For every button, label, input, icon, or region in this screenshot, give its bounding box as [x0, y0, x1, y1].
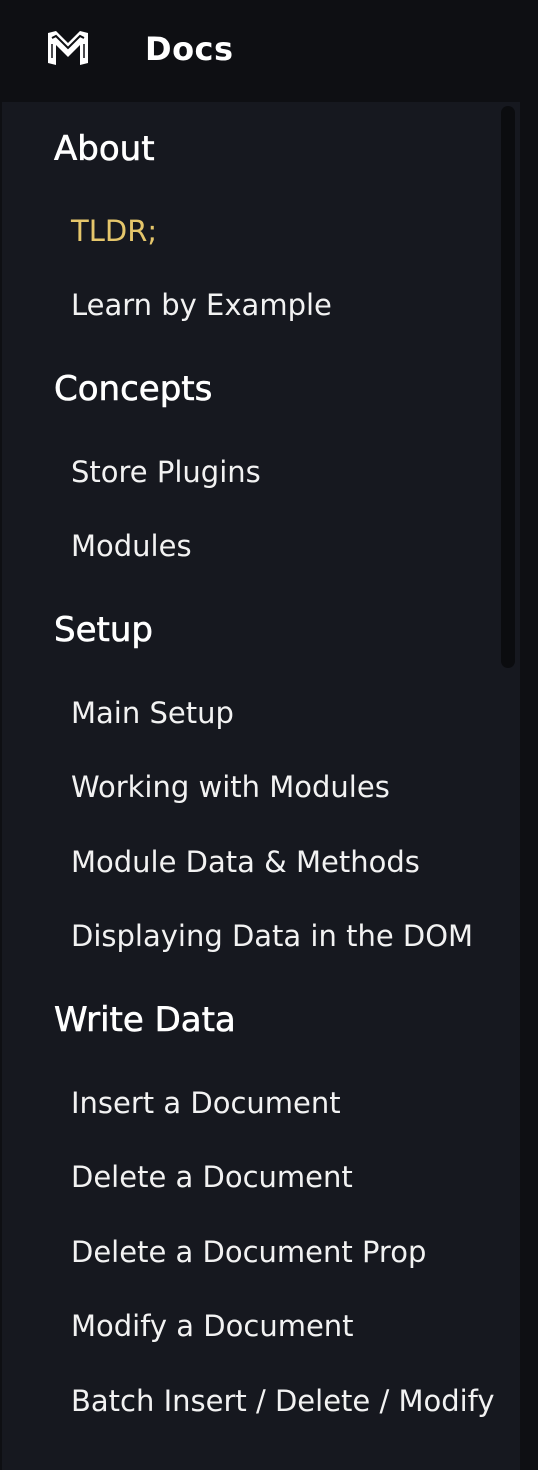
section-title-write-data: Write Data	[54, 1000, 236, 1041]
nav-item-displaying-data-in-dom[interactable]: Displaying Data in the DOM	[71, 917, 473, 955]
sidebar-scrollbar-thumb[interactable]	[501, 106, 515, 668]
section-title-about: About	[54, 129, 155, 170]
nav-item-module-data-methods[interactable]: Module Data & Methods	[71, 843, 420, 881]
nav-item-learn-by-example[interactable]: Learn by Example	[71, 286, 332, 324]
section-title-concepts: Concepts	[54, 369, 213, 410]
docs-sidebar: About TLDR; Learn by Example Concepts St…	[2, 102, 520, 1470]
nav-item-delete-document-prop[interactable]: Delete a Document Prop	[71, 1233, 426, 1271]
header-title[interactable]: Docs	[145, 27, 234, 71]
nav-item-store-plugins[interactable]: Store Plugins	[71, 453, 261, 491]
nav-item-delete-document[interactable]: Delete a Document	[71, 1158, 353, 1196]
nav-item-batch-insert-delete-modify[interactable]: Batch Insert / Delete / Modify	[71, 1382, 495, 1420]
sidebar-right-gutter	[520, 102, 538, 1470]
top-header: Docs	[0, 0, 538, 102]
nav-item-modify-document[interactable]: Modify a Document	[71, 1307, 354, 1345]
nav-item-working-with-modules[interactable]: Working with Modules	[71, 768, 390, 806]
m-shield-logo-icon[interactable]	[47, 30, 89, 66]
nav-item-tldr[interactable]: TLDR;	[71, 212, 157, 250]
nav-item-modules[interactable]: Modules	[71, 527, 192, 565]
section-title-setup: Setup	[54, 610, 154, 651]
nav-item-main-setup[interactable]: Main Setup	[71, 694, 234, 732]
nav-item-insert-document[interactable]: Insert a Document	[71, 1084, 341, 1122]
